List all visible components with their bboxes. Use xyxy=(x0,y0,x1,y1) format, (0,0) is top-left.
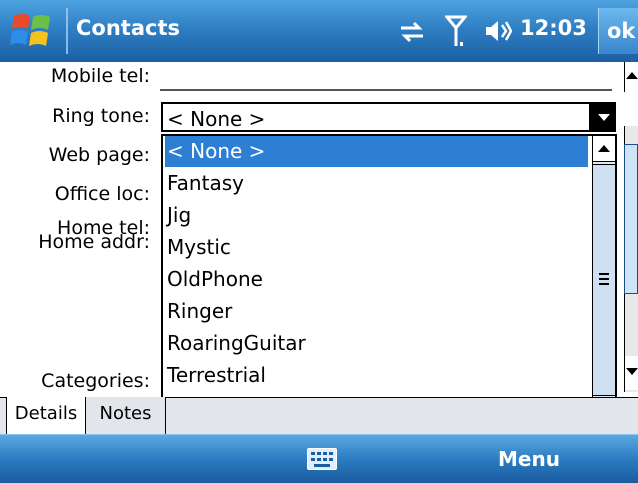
list-item[interactable]: Terrestrial xyxy=(165,360,588,391)
chevron-down-icon xyxy=(598,114,610,121)
mobile-tel-field[interactable] xyxy=(160,89,612,91)
ok-button[interactable]: ok xyxy=(598,8,638,54)
volume-icon[interactable] xyxy=(484,18,512,44)
key-dot xyxy=(329,458,333,461)
tab-details[interactable]: Details xyxy=(6,397,86,435)
connectivity-icon[interactable] xyxy=(397,20,427,44)
app-title: Contacts xyxy=(76,16,180,40)
soft-key-bar: Menu xyxy=(0,434,638,483)
ring-tone-dropdown-button[interactable] xyxy=(590,102,616,132)
mobile-tel-label: Mobile tel: xyxy=(50,65,150,87)
contact-form: Mobile tel: Ring tone: < None > Web page… xyxy=(0,62,638,454)
list-item-selected[interactable]: < None > xyxy=(165,136,588,167)
list-item[interactable]: Fantasy xyxy=(165,168,588,199)
key-dot xyxy=(323,458,327,461)
list-item[interactable]: OldPhone xyxy=(165,264,588,295)
categories-label: Categories: xyxy=(41,370,150,392)
home-addr-label: Home addr: xyxy=(38,231,150,253)
list-item[interactable]: RoaringGuitar xyxy=(165,328,588,359)
menu-button[interactable]: Menu xyxy=(498,447,560,471)
page-scroll-up-button[interactable] xyxy=(624,62,638,92)
ring-tone-value: < None > xyxy=(167,107,266,131)
signal-icon[interactable] xyxy=(445,14,467,48)
key-dot xyxy=(329,452,333,455)
arrow-down-icon xyxy=(626,368,638,375)
list-scroll-up-button[interactable] xyxy=(593,136,615,162)
page-scroll-down-button[interactable] xyxy=(624,356,638,390)
windows-start-icon[interactable] xyxy=(10,10,54,52)
tab-notes[interactable]: Notes xyxy=(86,397,166,435)
title-separator xyxy=(66,8,68,54)
list-item[interactable]: Mystic xyxy=(165,232,588,263)
web-page-label: Web page: xyxy=(48,144,150,166)
key-dot xyxy=(317,452,321,455)
key-dot xyxy=(311,452,315,455)
ring-tone-label: Ring tone: xyxy=(52,105,150,127)
list-item[interactable]: Jig xyxy=(165,200,588,231)
list-item[interactable]: Ringer xyxy=(165,296,588,327)
arrow-up-icon xyxy=(598,145,610,152)
key-dot xyxy=(323,452,327,455)
page-scrollbar-thumb[interactable] xyxy=(624,144,638,294)
title-bar: Contacts 12:03 ok xyxy=(0,0,638,62)
keyboard-icon[interactable] xyxy=(307,448,337,470)
key-dot xyxy=(317,458,321,461)
office-loc-label: Office loc: xyxy=(54,183,150,205)
key-space xyxy=(314,464,330,467)
grip-icon xyxy=(599,283,609,285)
ring-tone-select[interactable]: < None > xyxy=(161,102,591,132)
grip-icon xyxy=(599,273,609,275)
key-dot xyxy=(311,458,315,461)
arrow-up-icon xyxy=(626,72,638,79)
tab-bar: Details Notes xyxy=(0,397,638,435)
clock[interactable]: 12:03 xyxy=(520,16,587,40)
list-scrollbar-thumb[interactable] xyxy=(593,164,615,396)
grip-icon xyxy=(599,278,609,280)
